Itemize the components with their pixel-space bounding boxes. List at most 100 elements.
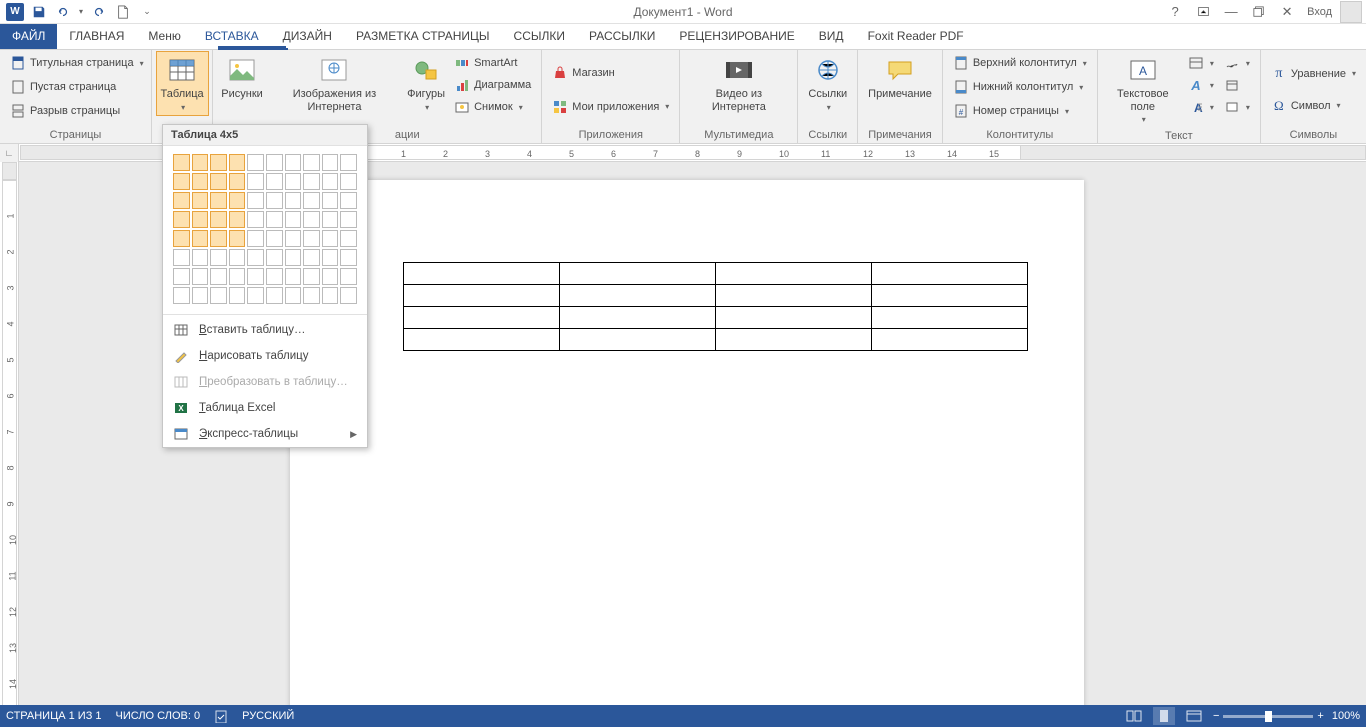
cover-page-button[interactable]: Титульная страница▾: [6, 52, 148, 74]
grid-cell[interactable]: [229, 249, 246, 266]
grid-cell[interactable]: [303, 287, 320, 304]
grid-cell[interactable]: [192, 230, 209, 247]
grid-cell[interactable]: [210, 230, 227, 247]
grid-cell[interactable]: [210, 154, 227, 171]
equation-button[interactable]: π Уравнение▾: [1267, 63, 1360, 85]
grid-cell[interactable]: [340, 173, 357, 190]
grid-cell[interactable]: [210, 249, 227, 266]
ribbon-display-options[interactable]: [1191, 1, 1215, 23]
grid-cell[interactable]: [173, 287, 190, 304]
table-size-grid[interactable]: [163, 146, 367, 312]
help-button[interactable]: ?: [1163, 1, 1187, 23]
table-cell[interactable]: [872, 307, 1028, 329]
page-indicator[interactable]: СТРАНИЦА 1 ИЗ 1: [6, 710, 102, 722]
grid-cell[interactable]: [340, 154, 357, 171]
spellcheck-button[interactable]: [214, 709, 228, 723]
zoom-out-button[interactable]: −: [1213, 710, 1219, 722]
grid-cell[interactable]: [192, 249, 209, 266]
grid-cell[interactable]: [322, 287, 339, 304]
online-video-button[interactable]: Видео из Интернета: [686, 52, 791, 115]
grid-cell[interactable]: [173, 268, 190, 285]
grid-cell[interactable]: [322, 230, 339, 247]
grid-cell[interactable]: [266, 211, 283, 228]
grid-cell[interactable]: [266, 192, 283, 209]
links-button[interactable]: Ссылки▾: [804, 52, 851, 115]
table-cell[interactable]: [716, 329, 872, 351]
grid-cell[interactable]: [210, 211, 227, 228]
tab-menu[interactable]: Меню: [136, 24, 192, 49]
table-cell[interactable]: [404, 263, 560, 285]
tab-foxit[interactable]: Foxit Reader PDF: [856, 24, 976, 49]
grid-cell[interactable]: [173, 173, 190, 190]
comment-button[interactable]: Примечание: [864, 52, 936, 103]
zoom-slider-thumb[interactable]: [1265, 711, 1272, 722]
language-indicator[interactable]: РУССКИЙ: [242, 710, 294, 722]
grid-cell[interactable]: [210, 173, 227, 190]
tab-view[interactable]: ВИД: [807, 24, 856, 49]
grid-cell[interactable]: [173, 192, 190, 209]
grid-cell[interactable]: [173, 249, 190, 266]
grid-cell[interactable]: [247, 268, 264, 285]
grid-cell[interactable]: [247, 154, 264, 171]
table-cell[interactable]: [716, 263, 872, 285]
grid-cell[interactable]: [229, 173, 246, 190]
table-cell[interactable]: [404, 329, 560, 351]
grid-cell[interactable]: [285, 287, 302, 304]
grid-cell[interactable]: [322, 154, 339, 171]
grid-cell[interactable]: [322, 249, 339, 266]
document-page[interactable]: [290, 180, 1084, 705]
table-cell[interactable]: [716, 307, 872, 329]
grid-cell[interactable]: [247, 192, 264, 209]
wordart-button[interactable]: A▾: [1184, 74, 1218, 96]
excel-table-item[interactable]: X Таблица Excel: [163, 395, 367, 421]
table-cell[interactable]: [560, 263, 716, 285]
grid-cell[interactable]: [322, 211, 339, 228]
grid-cell[interactable]: [210, 268, 227, 285]
draw-table-item[interactable]: Нарисовать таблицу: [163, 343, 367, 369]
quick-tables-item[interactable]: Экспресс-таблицы ▶: [163, 421, 367, 447]
login-label[interactable]: Вход: [1307, 6, 1332, 18]
grid-cell[interactable]: [285, 154, 302, 171]
table-cell[interactable]: [716, 285, 872, 307]
word-count[interactable]: ЧИСЛО СЛОВ: 0: [116, 710, 201, 722]
insert-table-item[interactable]: Вставить таблицу…: [163, 317, 367, 343]
table-cell[interactable]: [872, 285, 1028, 307]
grid-cell[interactable]: [285, 192, 302, 209]
grid-cell[interactable]: [247, 287, 264, 304]
grid-cell[interactable]: [303, 268, 320, 285]
pictures-button[interactable]: Рисунки: [219, 52, 265, 103]
zoom-in-button[interactable]: +: [1317, 710, 1323, 722]
tab-layout[interactable]: РАЗМЕТКА СТРАНИЦЫ: [344, 24, 502, 49]
grid-cell[interactable]: [285, 211, 302, 228]
grid-cell[interactable]: [229, 230, 246, 247]
undo-dropdown[interactable]: ▾: [76, 1, 86, 23]
textbox-button[interactable]: A Текстовое поле▾: [1104, 52, 1182, 128]
myapps-button[interactable]: Мои приложения▾: [548, 96, 673, 118]
grid-cell[interactable]: [247, 211, 264, 228]
new-document-button[interactable]: [112, 1, 134, 23]
grid-cell[interactable]: [303, 249, 320, 266]
grid-cell[interactable]: [247, 249, 264, 266]
grid-cell[interactable]: [266, 268, 283, 285]
signature-line-button[interactable]: ▾: [1220, 52, 1254, 74]
zoom-slider[interactable]: − +: [1213, 710, 1324, 722]
grid-cell[interactable]: [303, 154, 320, 171]
grid-cell[interactable]: [340, 192, 357, 209]
grid-cell[interactable]: [266, 154, 283, 171]
grid-cell[interactable]: [173, 230, 190, 247]
qat-customize[interactable]: ⌄: [136, 1, 158, 23]
grid-cell[interactable]: [266, 287, 283, 304]
grid-cell[interactable]: [210, 287, 227, 304]
grid-cell[interactable]: [229, 154, 246, 171]
tab-review[interactable]: РЕЦЕНЗИРОВАНИЕ: [667, 24, 806, 49]
grid-cell[interactable]: [285, 249, 302, 266]
grid-cell[interactable]: [229, 211, 246, 228]
table-cell[interactable]: [560, 285, 716, 307]
grid-cell[interactable]: [266, 230, 283, 247]
table-cell[interactable]: [560, 307, 716, 329]
table-button[interactable]: Таблица▾: [157, 52, 208, 115]
vertical-ruler[interactable]: 123456789101112131415: [0, 162, 19, 705]
restore-button[interactable]: [1247, 1, 1271, 23]
dropcap-button[interactable]: A▾: [1184, 96, 1218, 118]
grid-cell[interactable]: [247, 230, 264, 247]
